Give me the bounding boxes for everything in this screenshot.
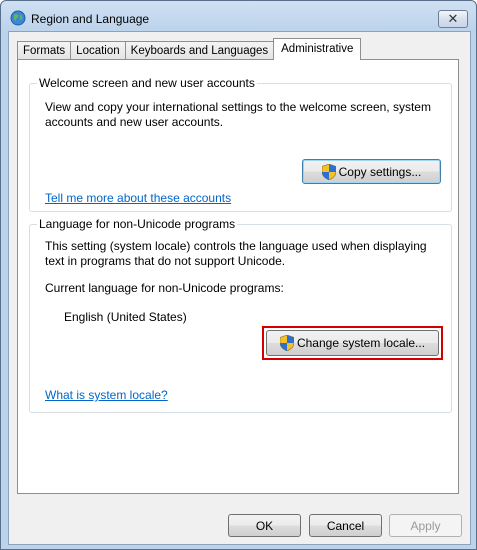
welcome-group-title: Welcome screen and new user accounts [37, 76, 257, 90]
cancel-button[interactable]: Cancel [309, 514, 382, 537]
current-language-label: Current language for non-Unicode program… [45, 281, 284, 295]
locale-description-line-2: text in programs that do not support Uni… [45, 254, 286, 268]
apply-button[interactable]: Apply [389, 514, 462, 537]
ok-button[interactable]: OK [228, 514, 301, 537]
system-locale-help-link[interactable]: What is system locale? [45, 388, 168, 402]
tab-administrative[interactable]: Administrative [273, 38, 362, 60]
close-button[interactable]: ✕ [438, 10, 468, 28]
window-title: Region and Language [31, 12, 150, 26]
welcome-screen-group: Welcome screen and new user accounts Vie… [29, 76, 452, 212]
cancel-label: Cancel [326, 518, 365, 533]
change-system-locale-button[interactable]: Change system locale... [266, 330, 439, 356]
globe-icon [10, 10, 26, 26]
tab-formats[interactable]: Formats [17, 41, 72, 60]
non-unicode-group: Language for non-Unicode programs This s… [29, 217, 452, 413]
locale-group-title: Language for non-Unicode programs [37, 217, 238, 231]
accounts-help-link[interactable]: Tell me more about these accounts [45, 191, 231, 205]
dialog-window: Region and Language ✕ Formats Location K… [0, 0, 477, 550]
tab-keyboards-and-languages[interactable]: Keyboards and Languages [124, 41, 275, 60]
copy-settings-button[interactable]: Copy settings... [302, 159, 441, 184]
tab-strip: Formats Location Keyboards and Languages… [17, 38, 362, 60]
change-system-locale-label: Change system locale... [296, 336, 426, 350]
welcome-description-line-1: View and copy your international setting… [45, 100, 431, 114]
dialog-client: Formats Location Keyboards and Languages… [8, 31, 471, 545]
copy-settings-label: Copy settings... [338, 164, 422, 179]
administrative-panel: Welcome screen and new user accounts Vie… [17, 59, 459, 494]
tab-location[interactable]: Location [70, 41, 126, 60]
uac-shield-icon [321, 163, 336, 180]
current-language-value: English (United States) [64, 310, 187, 324]
close-icon: ✕ [447, 11, 459, 26]
locale-description-line-1: This setting (system locale) controls th… [45, 239, 427, 253]
uac-shield-icon [279, 335, 294, 351]
ok-label: OK [255, 518, 274, 533]
welcome-description-line-2: accounts and new user accounts. [45, 115, 224, 129]
apply-label: Apply [410, 518, 441, 533]
